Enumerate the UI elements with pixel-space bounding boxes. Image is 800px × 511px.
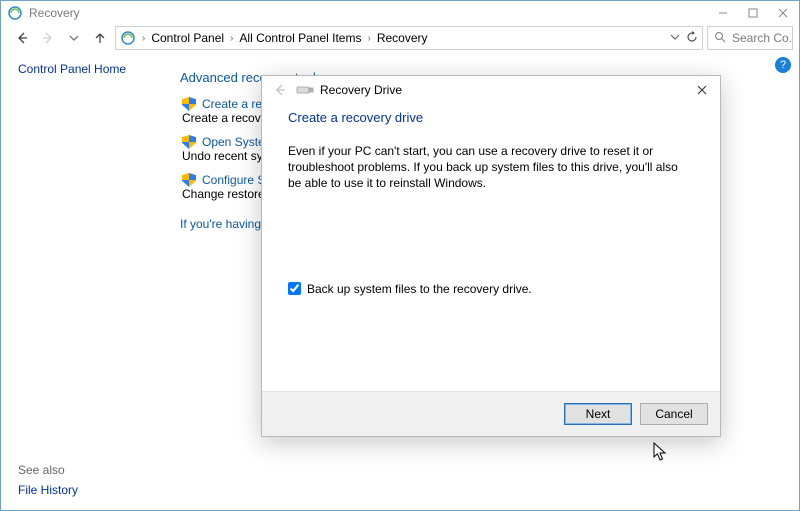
search-placeholder: Search Co... — [732, 31, 793, 45]
dialog-text: Even if your PC can't start, you can use… — [288, 143, 694, 192]
dialog-heading: Create a recovery drive — [288, 110, 694, 125]
nav-recent-button[interactable] — [63, 27, 85, 49]
dialog-back-button — [270, 80, 290, 100]
dialog-titlebar: Recovery Drive — [262, 76, 720, 104]
chevron-down-icon[interactable] — [670, 31, 680, 45]
backup-checkbox-label: Back up system files to the recovery dri… — [307, 282, 532, 296]
address-bar[interactable]: › Control Panel › All Control Panel Item… — [115, 26, 703, 50]
shield-icon — [182, 173, 196, 187]
recovery-icon — [7, 5, 23, 21]
shield-icon — [182, 135, 196, 149]
backup-checkbox[interactable] — [288, 282, 301, 295]
window-controls — [708, 2, 798, 24]
window-title: Recovery — [29, 6, 80, 20]
dialog-body: Create a recovery drive Even if your PC … — [262, 104, 720, 391]
dialog-footer: Next Cancel — [262, 391, 720, 436]
maximize-button[interactable] — [738, 2, 768, 24]
dialog-wizard-name: Recovery Drive — [320, 83, 402, 97]
close-button[interactable] — [768, 2, 798, 24]
breadcrumb-segment[interactable]: Recovery — [377, 31, 428, 45]
chevron-right-icon: › — [142, 33, 145, 44]
minimize-button[interactable] — [708, 2, 738, 24]
sidebar-home-link[interactable]: Control Panel Home — [18, 62, 170, 76]
breadcrumb-segment[interactable]: All Control Panel Items — [239, 31, 361, 45]
see-also-link[interactable]: File History — [18, 483, 170, 497]
cancel-button[interactable]: Cancel — [640, 403, 708, 425]
see-also-section: See also File History — [18, 463, 170, 497]
next-button[interactable]: Next — [564, 403, 632, 425]
nav-back-button[interactable] — [11, 27, 33, 49]
backup-checkbox-row[interactable]: Back up system files to the recovery dri… — [288, 282, 694, 296]
see-also-heading: See also — [18, 463, 170, 477]
sidebar: Control Panel Home See also File History — [2, 52, 170, 509]
dialog-close-button[interactable] — [690, 79, 714, 101]
titlebar: Recovery — [1, 1, 799, 24]
search-icon — [714, 31, 726, 46]
chevron-right-icon: › — [230, 33, 233, 44]
search-input[interactable]: Search Co... — [707, 26, 793, 50]
refresh-icon[interactable] — [686, 31, 698, 46]
chevron-right-icon: › — [367, 33, 370, 44]
recovery-drive-dialog: Recovery Drive Create a recovery drive E… — [261, 75, 721, 437]
nav-up-button[interactable] — [89, 27, 111, 49]
nav-forward-button[interactable] — [37, 27, 59, 49]
recovery-icon — [120, 30, 136, 46]
shield-icon — [182, 97, 196, 111]
usb-drive-icon — [296, 83, 314, 97]
breadcrumb-segment[interactable]: Control Panel — [151, 31, 224, 45]
nav-row: › Control Panel › All Control Panel Item… — [1, 24, 799, 52]
window: Recovery — [0, 0, 800, 511]
